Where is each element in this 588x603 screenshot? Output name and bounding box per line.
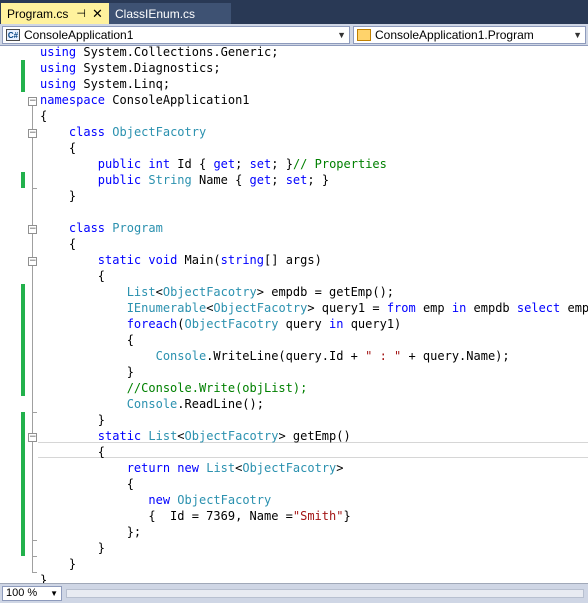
code-line: Console.WriteLine(query.Id + " : " + que…	[155, 349, 510, 363]
code-line: {	[40, 333, 134, 347]
code-line: }	[40, 541, 106, 555]
outline-guide	[32, 106, 33, 573]
code-line: public int Id { get; set; }// Properties	[97, 157, 387, 171]
tab-classienum-cs[interactable]: ClassIEnum.cs	[109, 3, 231, 24]
code-line: IEnumerable<ObjectFacotry> query1 = from…	[126, 301, 588, 315]
code-line: public String Name { get; set; }	[97, 173, 330, 187]
class-icon	[357, 29, 371, 41]
code-line: }	[40, 413, 106, 427]
tab-label: Program.cs	[7, 6, 69, 21]
code-line: {	[40, 269, 106, 283]
code-line: using System.Collections.Generic;	[40, 46, 279, 59]
code-line: {	[40, 477, 134, 491]
code-line: }	[40, 189, 77, 203]
outline-guide	[32, 188, 37, 189]
collapse-method-toggle[interactable]: −	[28, 433, 37, 442]
code-line: }	[40, 573, 48, 583]
collapse-method-toggle[interactable]: −	[28, 257, 37, 266]
code-editor[interactable]: − − − − − using System.Collections.Gener…	[0, 46, 588, 583]
current-line-highlight	[38, 442, 588, 458]
code-line: { Id = 7369, Name ="Smith"}	[40, 509, 351, 523]
navigation-bar: C# ConsoleApplication1 ▼ ConsoleApplicat…	[0, 24, 588, 46]
code-line: //Console.Write(objList);	[126, 381, 308, 395]
code-line: {	[40, 237, 77, 251]
project-dropdown[interactable]: C# ConsoleApplication1 ▼	[2, 26, 350, 44]
code-line: return new List<ObjectFacotry>	[126, 461, 344, 475]
code-line: {	[40, 141, 77, 155]
code-line: Console.ReadLine();	[126, 397, 264, 411]
tab-program-cs[interactable]: Program.cs ⊣ ✕	[1, 3, 109, 24]
code-line: using System.Linq;	[40, 77, 171, 91]
editor-bottom-bar: 100 % ▼	[0, 583, 588, 603]
collapse-class-toggle[interactable]: −	[28, 129, 37, 138]
project-dropdown-value: ConsoleApplication1	[24, 28, 134, 42]
outline-guide	[32, 540, 37, 541]
chevron-down-icon[interactable]: ▼	[573, 27, 582, 43]
horizontal-scrollbar[interactable]	[66, 589, 584, 598]
change-indicator-bar	[21, 412, 25, 556]
code-line: };	[40, 525, 142, 539]
chevron-down-icon[interactable]: ▼	[337, 27, 346, 43]
code-line: class ObjectFacotry	[68, 125, 207, 139]
collapse-class-toggle[interactable]: −	[28, 225, 37, 234]
change-indicator-bar	[21, 172, 25, 188]
zoom-level: 100 %	[6, 587, 38, 599]
code-line: foreach(ObjectFacotry query in query1)	[126, 317, 402, 331]
type-dropdown-value: ConsoleApplication1.Program	[375, 28, 534, 42]
outline-guide	[32, 556, 37, 557]
type-dropdown[interactable]: ConsoleApplication1.Program ▼	[353, 26, 586, 44]
change-indicator-bar	[21, 60, 25, 92]
code-line: new ObjectFacotry	[148, 493, 272, 507]
zoom-dropdown[interactable]: 100 % ▼	[2, 586, 62, 601]
code-line: List<ObjectFacotry> empdb = getEmp();	[126, 285, 395, 299]
tab-label: ClassIEnum.cs	[115, 6, 196, 21]
chevron-down-icon[interactable]: ▼	[50, 587, 58, 600]
code-line: class Program	[68, 221, 163, 235]
change-indicator-bar	[21, 284, 25, 396]
pin-icon[interactable]: ⊣	[76, 7, 86, 20]
code-line: }	[40, 557, 77, 571]
code-line: {	[40, 109, 48, 123]
code-line: static void Main(string[] args)	[97, 253, 322, 267]
collapse-namespace-toggle[interactable]: −	[28, 97, 37, 106]
csharp-project-icon: C#	[6, 29, 20, 41]
close-icon[interactable]: ✕	[92, 6, 103, 22]
code-line: using System.Diagnostics;	[40, 61, 221, 75]
code-line: }	[40, 365, 134, 379]
code-line: namespace ConsoleApplication1	[40, 93, 250, 107]
outline-guide	[32, 572, 37, 573]
code-line: {	[40, 445, 106, 459]
outline-guide	[32, 412, 37, 413]
code-line: static List<ObjectFacotry> getEmp()	[97, 429, 351, 443]
document-tab-strip: Program.cs ⊣ ✕ ClassIEnum.cs	[0, 0, 588, 24]
